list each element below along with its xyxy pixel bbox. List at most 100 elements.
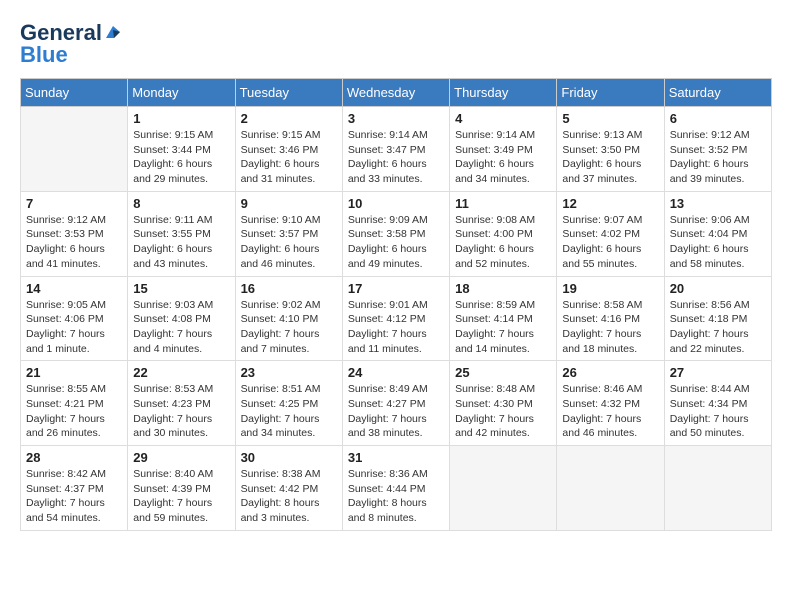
logo: General Blue	[20, 20, 122, 68]
day-number: 15	[133, 281, 229, 296]
day-info: Sunrise: 9:13 AM Sunset: 3:50 PM Dayligh…	[562, 128, 658, 187]
day-number: 18	[455, 281, 551, 296]
calendar-cell: 15 Sunrise: 9:03 AM Sunset: 4:08 PM Dayli…	[128, 276, 235, 361]
header-saturday: Saturday	[664, 79, 771, 107]
day-info: Sunrise: 8:48 AM Sunset: 4:30 PM Dayligh…	[455, 382, 551, 441]
day-info: Sunrise: 9:15 AM Sunset: 3:44 PM Dayligh…	[133, 128, 229, 187]
day-number: 2	[241, 111, 337, 126]
day-info: Sunrise: 9:03 AM Sunset: 4:08 PM Dayligh…	[133, 298, 229, 357]
day-number: 28	[26, 450, 122, 465]
day-number: 11	[455, 196, 551, 211]
calendar-cell: 6 Sunrise: 9:12 AM Sunset: 3:52 PM Daylig…	[664, 107, 771, 192]
calendar-cell: 31 Sunrise: 8:36 AM Sunset: 4:44 PM Dayli…	[342, 446, 449, 531]
day-info: Sunrise: 8:44 AM Sunset: 4:34 PM Dayligh…	[670, 382, 766, 441]
day-number: 14	[26, 281, 122, 296]
day-number: 20	[670, 281, 766, 296]
calendar-cell: 5 Sunrise: 9:13 AM Sunset: 3:50 PM Daylig…	[557, 107, 664, 192]
day-number: 31	[348, 450, 444, 465]
calendar-cell: 20 Sunrise: 8:56 AM Sunset: 4:18 PM Dayli…	[664, 276, 771, 361]
day-number: 4	[455, 111, 551, 126]
day-number: 3	[348, 111, 444, 126]
day-info: Sunrise: 8:46 AM Sunset: 4:32 PM Dayligh…	[562, 382, 658, 441]
header-friday: Friday	[557, 79, 664, 107]
day-number: 1	[133, 111, 229, 126]
day-info: Sunrise: 8:40 AM Sunset: 4:39 PM Dayligh…	[133, 467, 229, 526]
header-tuesday: Tuesday	[235, 79, 342, 107]
calendar-cell: 4 Sunrise: 9:14 AM Sunset: 3:49 PM Daylig…	[450, 107, 557, 192]
calendar-week-3: 14 Sunrise: 9:05 AM Sunset: 4:06 PM Dayli…	[21, 276, 772, 361]
calendar-cell: 24 Sunrise: 8:49 AM Sunset: 4:27 PM Dayli…	[342, 361, 449, 446]
calendar-cell: 29 Sunrise: 8:40 AM Sunset: 4:39 PM Dayli…	[128, 446, 235, 531]
calendar-week-4: 21 Sunrise: 8:55 AM Sunset: 4:21 PM Dayli…	[21, 361, 772, 446]
day-number: 6	[670, 111, 766, 126]
day-info: Sunrise: 8:51 AM Sunset: 4:25 PM Dayligh…	[241, 382, 337, 441]
calendar-cell: 22 Sunrise: 8:53 AM Sunset: 4:23 PM Dayli…	[128, 361, 235, 446]
day-number: 30	[241, 450, 337, 465]
calendar-week-1: 1 Sunrise: 9:15 AM Sunset: 3:44 PM Daylig…	[21, 107, 772, 192]
day-info: Sunrise: 9:12 AM Sunset: 3:53 PM Dayligh…	[26, 213, 122, 272]
day-number: 13	[670, 196, 766, 211]
calendar-cell: 8 Sunrise: 9:11 AM Sunset: 3:55 PM Daylig…	[128, 191, 235, 276]
day-info: Sunrise: 9:08 AM Sunset: 4:00 PM Dayligh…	[455, 213, 551, 272]
calendar-cell: 7 Sunrise: 9:12 AM Sunset: 3:53 PM Daylig…	[21, 191, 128, 276]
day-info: Sunrise: 8:58 AM Sunset: 4:16 PM Dayligh…	[562, 298, 658, 357]
day-number: 5	[562, 111, 658, 126]
calendar-cell: 14 Sunrise: 9:05 AM Sunset: 4:06 PM Dayli…	[21, 276, 128, 361]
calendar-cell: 1 Sunrise: 9:15 AM Sunset: 3:44 PM Daylig…	[128, 107, 235, 192]
day-info: Sunrise: 9:14 AM Sunset: 3:49 PM Dayligh…	[455, 128, 551, 187]
header-thursday: Thursday	[450, 79, 557, 107]
calendar-cell: 27Sunrise: 8:44 AM Sunset: 4:34 PM Dayli…	[664, 361, 771, 446]
logo-blue: Blue	[20, 42, 68, 68]
day-info: Sunrise: 9:02 AM Sunset: 4:10 PM Dayligh…	[241, 298, 337, 357]
day-number: 17	[348, 281, 444, 296]
calendar-cell: 28Sunrise: 8:42 AM Sunset: 4:37 PM Dayli…	[21, 446, 128, 531]
day-info: Sunrise: 9:09 AM Sunset: 3:58 PM Dayligh…	[348, 213, 444, 272]
calendar-cell: 23Sunrise: 8:51 AM Sunset: 4:25 PM Dayli…	[235, 361, 342, 446]
calendar-week-5: 28Sunrise: 8:42 AM Sunset: 4:37 PM Dayli…	[21, 446, 772, 531]
day-info: Sunrise: 8:49 AM Sunset: 4:27 PM Dayligh…	[348, 382, 444, 441]
calendar-cell	[450, 446, 557, 531]
day-number: 16	[241, 281, 337, 296]
day-info: Sunrise: 9:12 AM Sunset: 3:52 PM Dayligh…	[670, 128, 766, 187]
day-info: Sunrise: 9:06 AM Sunset: 4:04 PM Dayligh…	[670, 213, 766, 272]
day-number: 26	[562, 365, 658, 380]
calendar-cell: 13 Sunrise: 9:06 AM Sunset: 4:04 PM Dayli…	[664, 191, 771, 276]
calendar-header-row: SundayMondayTuesdayWednesdayThursdayFrid…	[21, 79, 772, 107]
calendar-cell: 30 Sunrise: 8:38 AM Sunset: 4:42 PM Dayli…	[235, 446, 342, 531]
calendar-cell	[21, 107, 128, 192]
day-number: 24	[348, 365, 444, 380]
header-sunday: Sunday	[21, 79, 128, 107]
day-number: 7	[26, 196, 122, 211]
header-wednesday: Wednesday	[342, 79, 449, 107]
day-number: 19	[562, 281, 658, 296]
calendar-table: SundayMondayTuesdayWednesdayThursdayFrid…	[20, 78, 772, 531]
day-number: 12	[562, 196, 658, 211]
day-number: 29	[133, 450, 229, 465]
day-info: Sunrise: 9:01 AM Sunset: 4:12 PM Dayligh…	[348, 298, 444, 357]
calendar-cell: 17 Sunrise: 9:01 AM Sunset: 4:12 PM Dayli…	[342, 276, 449, 361]
calendar-cell: 3Sunrise: 9:14 AM Sunset: 3:47 PM Daylig…	[342, 107, 449, 192]
day-info: Sunrise: 9:05 AM Sunset: 4:06 PM Dayligh…	[26, 298, 122, 357]
day-info: Sunrise: 9:10 AM Sunset: 3:57 PM Dayligh…	[241, 213, 337, 272]
day-info: Sunrise: 8:36 AM Sunset: 4:44 PM Dayligh…	[348, 467, 444, 526]
calendar-cell: 2 Sunrise: 9:15 AM Sunset: 3:46 PM Daylig…	[235, 107, 342, 192]
day-number: 8	[133, 196, 229, 211]
day-number: 25	[455, 365, 551, 380]
calendar-cell: 11 Sunrise: 9:08 AM Sunset: 4:00 PM Dayli…	[450, 191, 557, 276]
day-info: Sunrise: 8:59 AM Sunset: 4:14 PM Dayligh…	[455, 298, 551, 357]
day-info: Sunrise: 8:56 AM Sunset: 4:18 PM Dayligh…	[670, 298, 766, 357]
calendar-week-2: 7 Sunrise: 9:12 AM Sunset: 3:53 PM Daylig…	[21, 191, 772, 276]
day-number: 21	[26, 365, 122, 380]
calendar-cell: 25 Sunrise: 8:48 AM Sunset: 4:30 PM Dayli…	[450, 361, 557, 446]
calendar-cell: 16 Sunrise: 9:02 AM Sunset: 4:10 PM Dayli…	[235, 276, 342, 361]
day-info: Sunrise: 8:38 AM Sunset: 4:42 PM Dayligh…	[241, 467, 337, 526]
header-monday: Monday	[128, 79, 235, 107]
day-number: 22	[133, 365, 229, 380]
day-info: Sunrise: 9:11 AM Sunset: 3:55 PM Dayligh…	[133, 213, 229, 272]
calendar-cell	[664, 446, 771, 531]
calendar-cell	[557, 446, 664, 531]
day-info: Sunrise: 9:15 AM Sunset: 3:46 PM Dayligh…	[241, 128, 337, 187]
day-info: Sunrise: 8:55 AM Sunset: 4:21 PM Dayligh…	[26, 382, 122, 441]
day-info: Sunrise: 8:53 AM Sunset: 4:23 PM Dayligh…	[133, 382, 229, 441]
day-number: 9	[241, 196, 337, 211]
